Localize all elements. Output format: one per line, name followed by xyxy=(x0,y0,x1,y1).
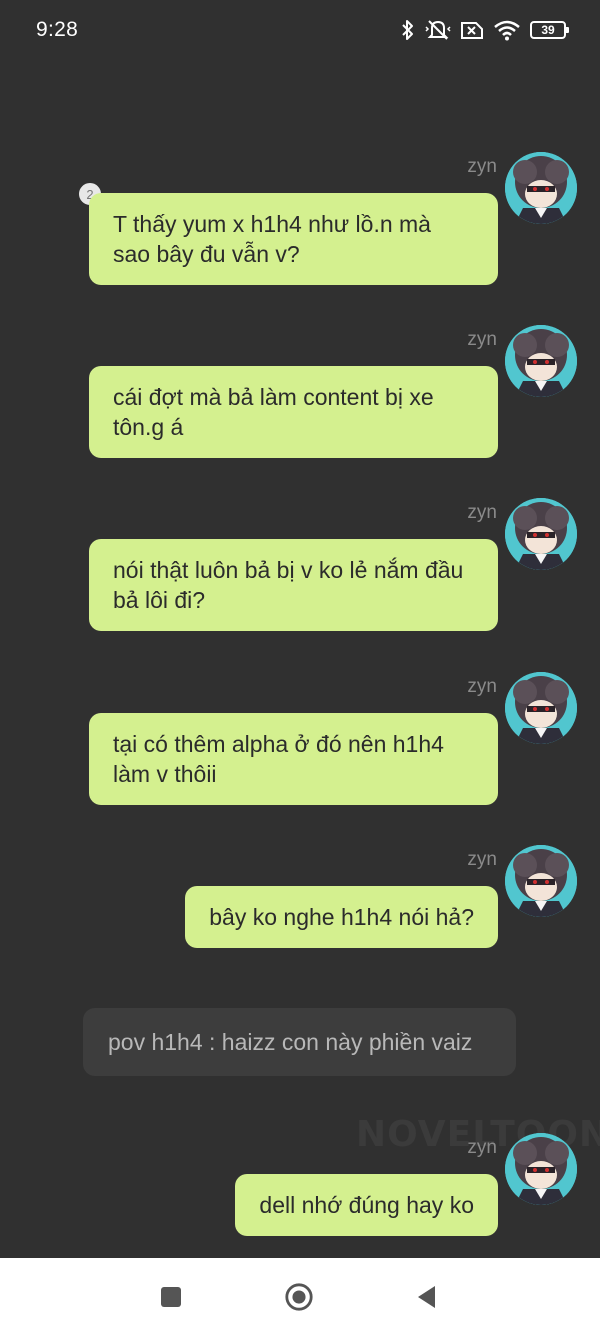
message-bubble[interactable]: T thấy yum x h1h4 như lồ.n mà sao bây đu… xyxy=(89,193,498,285)
narration-box: pov h1h4 : haizz con này phiền vaiz xyxy=(83,1008,516,1076)
avatar[interactable] xyxy=(505,152,577,224)
avatar[interactable] xyxy=(505,672,577,744)
sender-name: zyn xyxy=(467,156,497,177)
message-bubble[interactable]: tại có thêm alpha ở đó nên h1h4 làm v th… xyxy=(89,713,498,805)
square-icon xyxy=(161,1287,181,1307)
message-bubble[interactable]: bây ko nghe h1h4 nói hả? xyxy=(185,886,498,948)
sender-name: zyn xyxy=(467,329,497,350)
sender-name: zyn xyxy=(467,502,497,523)
message-bubble[interactable]: dell nhớ đúng hay ko xyxy=(235,1174,498,1236)
back-button[interactable] xyxy=(412,1282,442,1312)
circle-icon xyxy=(285,1283,313,1311)
message-bubble[interactable]: cái đợt mà bả làm content bị xe tôn.g á xyxy=(89,366,498,458)
sender-name: zyn xyxy=(467,849,497,870)
avatar[interactable] xyxy=(505,498,577,570)
sender-name: zyn xyxy=(467,1137,497,1158)
navigation-bar xyxy=(0,1258,600,1333)
chat-area[interactable]: zyn 2 T thấy yum x h1h4 như lồ.n mà sao … xyxy=(0,0,600,1258)
avatar[interactable] xyxy=(505,845,577,917)
avatar[interactable] xyxy=(505,1133,577,1205)
recent-apps-button[interactable] xyxy=(156,1282,186,1312)
avatar[interactable] xyxy=(505,325,577,397)
back-triangle-icon xyxy=(418,1286,435,1308)
message-bubble[interactable]: nói thật luôn bả bị v ko lẻ nắm đầu bả l… xyxy=(89,539,498,631)
home-button[interactable] xyxy=(284,1282,314,1312)
sender-name: zyn xyxy=(467,676,497,697)
